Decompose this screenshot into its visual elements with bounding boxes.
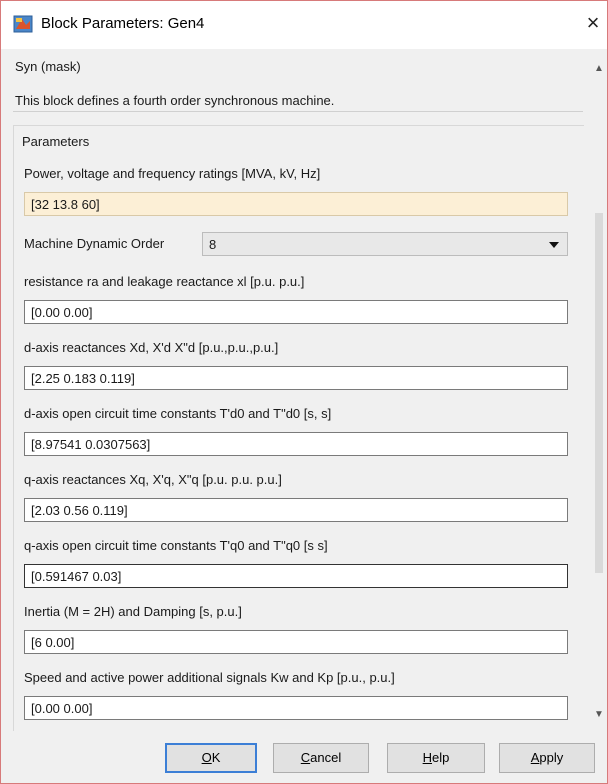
mask-description-panel: Syn (mask) This block defines a fourth o… (13, 53, 583, 112)
q-reactances-label: q-axis reactances Xq, X'q, X"q [p.u. p.u… (24, 472, 282, 487)
q-time-constants-label: q-axis open circuit time constants T'q0 … (24, 538, 328, 553)
q-time-constants-field[interactable]: [0.591467 0.03] (24, 564, 568, 588)
close-icon[interactable]: × (579, 9, 607, 39)
simulink-block-icon (13, 15, 33, 33)
apply-label-rest: pply (539, 750, 564, 765)
inertia-label: Inertia (M = 2H) and Damping [s, p.u.] (24, 604, 242, 619)
help-button[interactable]: Help (387, 743, 485, 773)
scroll-down-icon[interactable]: ▼ (591, 707, 607, 723)
q-reactances-field[interactable]: [2.03 0.56 0.119] (24, 498, 568, 522)
window-title: Block Parameters: Gen4 (41, 15, 205, 32)
vertical-scrollbar[interactable]: ▲ ▼ (591, 53, 607, 731)
ratings-label: Power, voltage and frequency ratings [MV… (24, 166, 321, 181)
resistance-label: resistance ra and leakage reactance xl [… (24, 274, 305, 289)
parameters-group: Parameters Power, voltage and frequency … (13, 125, 584, 731)
chevron-down-icon (549, 242, 559, 248)
d-reactances-field[interactable]: [2.25 0.183 0.119] (24, 366, 568, 390)
d-reactances-label: d-axis reactances Xd, X'd X"d [p.u.,p.u.… (24, 340, 279, 355)
title-bar[interactable]: Block Parameters: Gen4 × (1, 1, 607, 49)
button-bar: OK Cancel Help Apply (1, 731, 607, 783)
ratings-field[interactable]: [32 13.8 60] (24, 192, 568, 216)
mask-type-label: Syn (mask) (15, 59, 81, 74)
scroll-thumb[interactable] (595, 213, 603, 573)
d-time-constants-label: d-axis open circuit time constants T'd0 … (24, 406, 332, 421)
dialog-window: Block Parameters: Gen4 × Syn (mask) This… (0, 0, 608, 784)
help-mnemonic: H (422, 750, 433, 765)
mask-description: This block defines a fourth order synchr… (15, 93, 335, 108)
dialog-content: Syn (mask) This block defines a fourth o… (1, 49, 589, 731)
d-time-constants-field[interactable]: [8.97541 0.0307563] (24, 432, 568, 456)
parameters-group-title: Parameters (22, 134, 90, 149)
inertia-field[interactable]: [6 0.00] (24, 630, 568, 654)
speed-power-field[interactable]: [0.00 0.00] (24, 696, 568, 720)
ok-label-rest: K (211, 750, 221, 765)
dynamic-order-label: Machine Dynamic Order (24, 236, 165, 251)
ok-mnemonic: O (201, 750, 212, 765)
speed-power-label: Speed and active power additional signal… (24, 670, 395, 685)
help-label-rest: elp (432, 750, 450, 765)
scroll-up-icon[interactable]: ▲ (591, 61, 607, 77)
resistance-field[interactable]: [0.00 0.00] (24, 300, 568, 324)
cancel-label-rest: ancel (310, 750, 342, 765)
dynamic-order-value: 8 (209, 237, 217, 252)
apply-button[interactable]: Apply (499, 743, 595, 773)
ok-button[interactable]: OK (165, 743, 257, 773)
cancel-mnemonic: C (300, 750, 311, 765)
cancel-button[interactable]: Cancel (273, 743, 369, 773)
dynamic-order-select[interactable]: 8 (202, 232, 568, 256)
